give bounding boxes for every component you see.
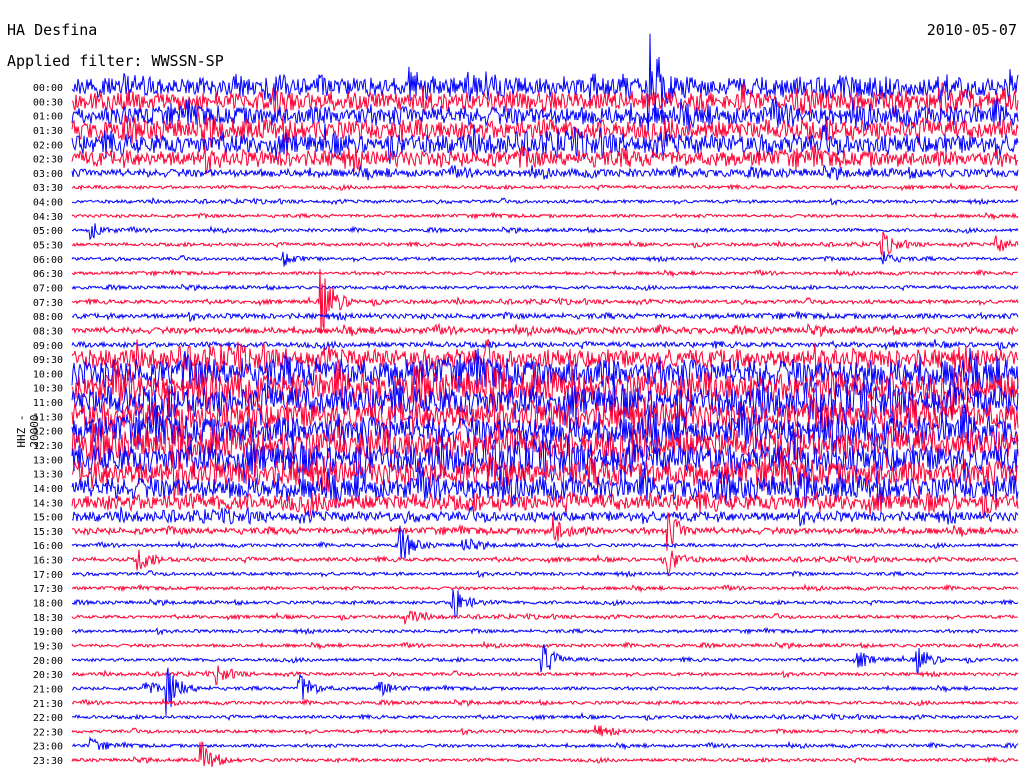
trace-line bbox=[71, 231, 1019, 257]
trace-line bbox=[71, 269, 1019, 334]
row-time-label: 09:30 bbox=[33, 355, 63, 366]
row-time-label: 07:00 bbox=[33, 283, 63, 294]
trace-line bbox=[71, 583, 1019, 594]
trace-line bbox=[71, 250, 1019, 267]
trace-line bbox=[71, 725, 1019, 737]
trace-line bbox=[71, 505, 1019, 527]
trace-line bbox=[71, 549, 1019, 577]
row-time-label: 17:30 bbox=[33, 584, 63, 595]
row-time-label: 06:30 bbox=[33, 269, 63, 280]
row-time-label: 14:30 bbox=[33, 498, 63, 509]
row-time-label: 01:30 bbox=[33, 126, 63, 137]
row-time-label: 02:30 bbox=[33, 155, 63, 166]
trace-line bbox=[71, 610, 1019, 625]
row-time-label: 15:00 bbox=[33, 513, 63, 524]
row-time-label: 11:30 bbox=[33, 412, 63, 423]
row-time-label: 05:00 bbox=[33, 226, 63, 237]
row-time-label: 16:00 bbox=[33, 541, 63, 552]
trace-line bbox=[71, 626, 1018, 636]
row-time-label: 17:00 bbox=[33, 570, 63, 581]
row-time-label: 15:30 bbox=[33, 527, 63, 538]
row-time-label: 00:00 bbox=[33, 83, 63, 94]
trace-line bbox=[71, 665, 1019, 686]
trace-line bbox=[71, 211, 1019, 221]
row-time-label: 04:00 bbox=[33, 198, 63, 209]
row-time-label: 20:30 bbox=[33, 670, 63, 681]
trace-line bbox=[71, 485, 1019, 519]
row-time-label: 03:00 bbox=[33, 169, 63, 180]
trace-line bbox=[71, 711, 1019, 722]
row-time-label: 21:00 bbox=[33, 684, 63, 695]
row-time-label: 19:30 bbox=[33, 641, 63, 652]
row-time-label: 20:00 bbox=[33, 656, 63, 667]
trace-line bbox=[71, 735, 1019, 751]
row-time-label: 18:30 bbox=[33, 613, 63, 624]
row-time-label: 02:00 bbox=[33, 140, 63, 151]
row-time-label: 16:30 bbox=[33, 556, 63, 567]
trace-line bbox=[71, 164, 1019, 181]
trace-line bbox=[71, 310, 1019, 323]
trace-line bbox=[71, 697, 1019, 707]
trace-line bbox=[71, 569, 1019, 579]
row-time-label: 13:00 bbox=[33, 455, 63, 466]
row-time-label: 00:30 bbox=[33, 97, 63, 108]
row-time-label: 09:00 bbox=[33, 341, 63, 352]
row-time-label: 05:30 bbox=[33, 241, 63, 252]
trace-line bbox=[71, 322, 1019, 338]
trace-line bbox=[71, 640, 1019, 651]
trace-line bbox=[71, 283, 1019, 292]
row-time-label: 23:30 bbox=[33, 756, 63, 767]
row-time-label: 10:30 bbox=[33, 384, 63, 395]
row-time-label: 14:00 bbox=[33, 484, 63, 495]
row-time-label: 13:30 bbox=[33, 470, 63, 481]
row-time-label: 23:00 bbox=[33, 742, 63, 753]
row-time-label: 11:00 bbox=[33, 398, 63, 409]
row-time-label: 07:30 bbox=[33, 298, 63, 309]
trace-line bbox=[71, 144, 1019, 175]
trace-line bbox=[71, 182, 1019, 192]
row-time-label: 08:30 bbox=[33, 326, 63, 337]
row-time-label: 22:30 bbox=[33, 727, 63, 738]
trace-line bbox=[71, 223, 1019, 241]
row-time-label: 10:00 bbox=[33, 369, 63, 380]
trace-line bbox=[71, 268, 1019, 279]
row-time-label: 06:00 bbox=[33, 255, 63, 266]
row-time-label: 12:30 bbox=[33, 441, 63, 452]
row-time-label: 18:00 bbox=[33, 599, 63, 610]
trace-line bbox=[71, 644, 1019, 675]
row-time-label: 12:00 bbox=[33, 427, 63, 438]
trace-line bbox=[71, 33, 1019, 134]
row-time-label: 03:30 bbox=[33, 183, 63, 194]
row-time-label: 01:00 bbox=[33, 112, 63, 123]
trace-line bbox=[71, 196, 1019, 207]
trace-line bbox=[71, 589, 1019, 620]
row-time-label: 19:00 bbox=[33, 627, 63, 638]
row-time-label: 22:00 bbox=[33, 713, 63, 724]
row-time-label: 04:30 bbox=[33, 212, 63, 223]
row-time-label: 08:00 bbox=[33, 312, 63, 323]
row-time-label: 21:30 bbox=[33, 699, 63, 710]
helicorder-plot: 00:00 00:30 01:00 01:30 02:00 02:30 03:00 03:30… bbox=[33, 33, 1019, 768]
